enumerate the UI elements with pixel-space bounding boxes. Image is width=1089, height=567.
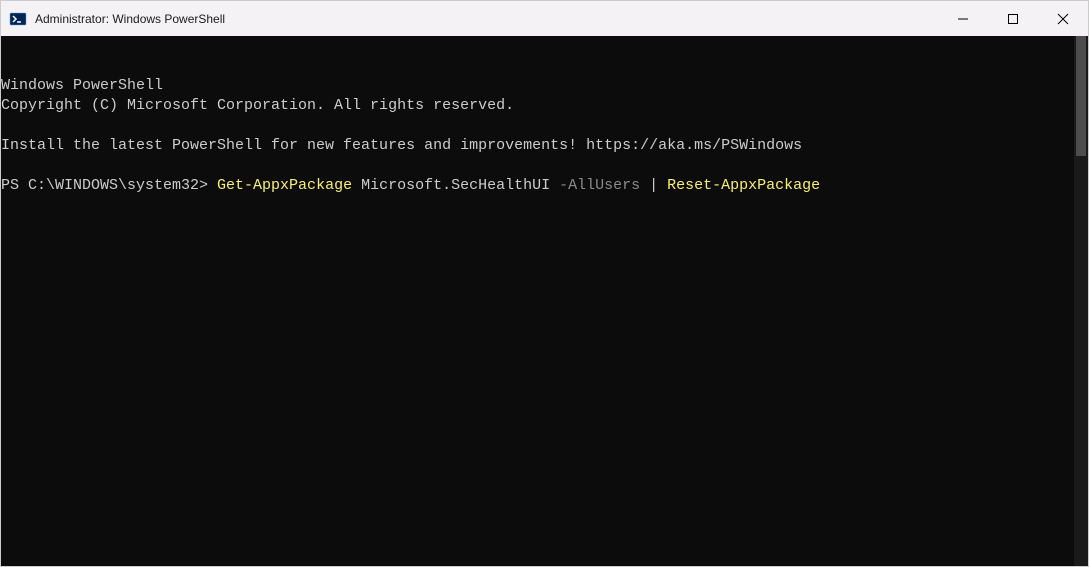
scrollbar-thumb[interactable] <box>1076 36 1086 156</box>
close-button[interactable] <box>1038 1 1088 36</box>
header-line-1: Windows PowerShell <box>1 77 163 94</box>
terminal-content: Windows PowerShell Copyright (C) Microso… <box>1 76 1088 196</box>
powershell-icon <box>9 10 27 28</box>
header-line-2: Copyright (C) Microsoft Corporation. All… <box>1 97 514 114</box>
maximize-button[interactable] <box>988 1 1038 36</box>
powershell-window: Administrator: Windows PowerShell Window… <box>0 0 1089 567</box>
command-arg: Microsoft.SecHealthUI <box>352 177 559 194</box>
window-title: Administrator: Windows PowerShell <box>35 12 225 26</box>
cmdlet-reset-appxpackage: Reset-AppxPackage <box>667 177 820 194</box>
pipe-operator: | <box>640 177 667 194</box>
titlebar[interactable]: Administrator: Windows PowerShell <box>1 1 1088 36</box>
command-line: PS C:\WINDOWS\system32> Get-AppxPackage … <box>1 177 820 194</box>
window-controls <box>938 1 1088 36</box>
prompt: PS C:\WINDOWS\system32> <box>1 177 217 194</box>
cmdlet-get-appxpackage: Get-AppxPackage <box>217 177 352 194</box>
vertical-scrollbar[interactable] <box>1074 36 1088 566</box>
terminal-area[interactable]: Windows PowerShell Copyright (C) Microso… <box>1 36 1088 566</box>
minimize-button[interactable] <box>938 1 988 36</box>
install-message: Install the latest PowerShell for new fe… <box>1 137 802 154</box>
titlebar-left: Administrator: Windows PowerShell <box>9 10 225 28</box>
command-param: -AllUsers <box>559 177 640 194</box>
